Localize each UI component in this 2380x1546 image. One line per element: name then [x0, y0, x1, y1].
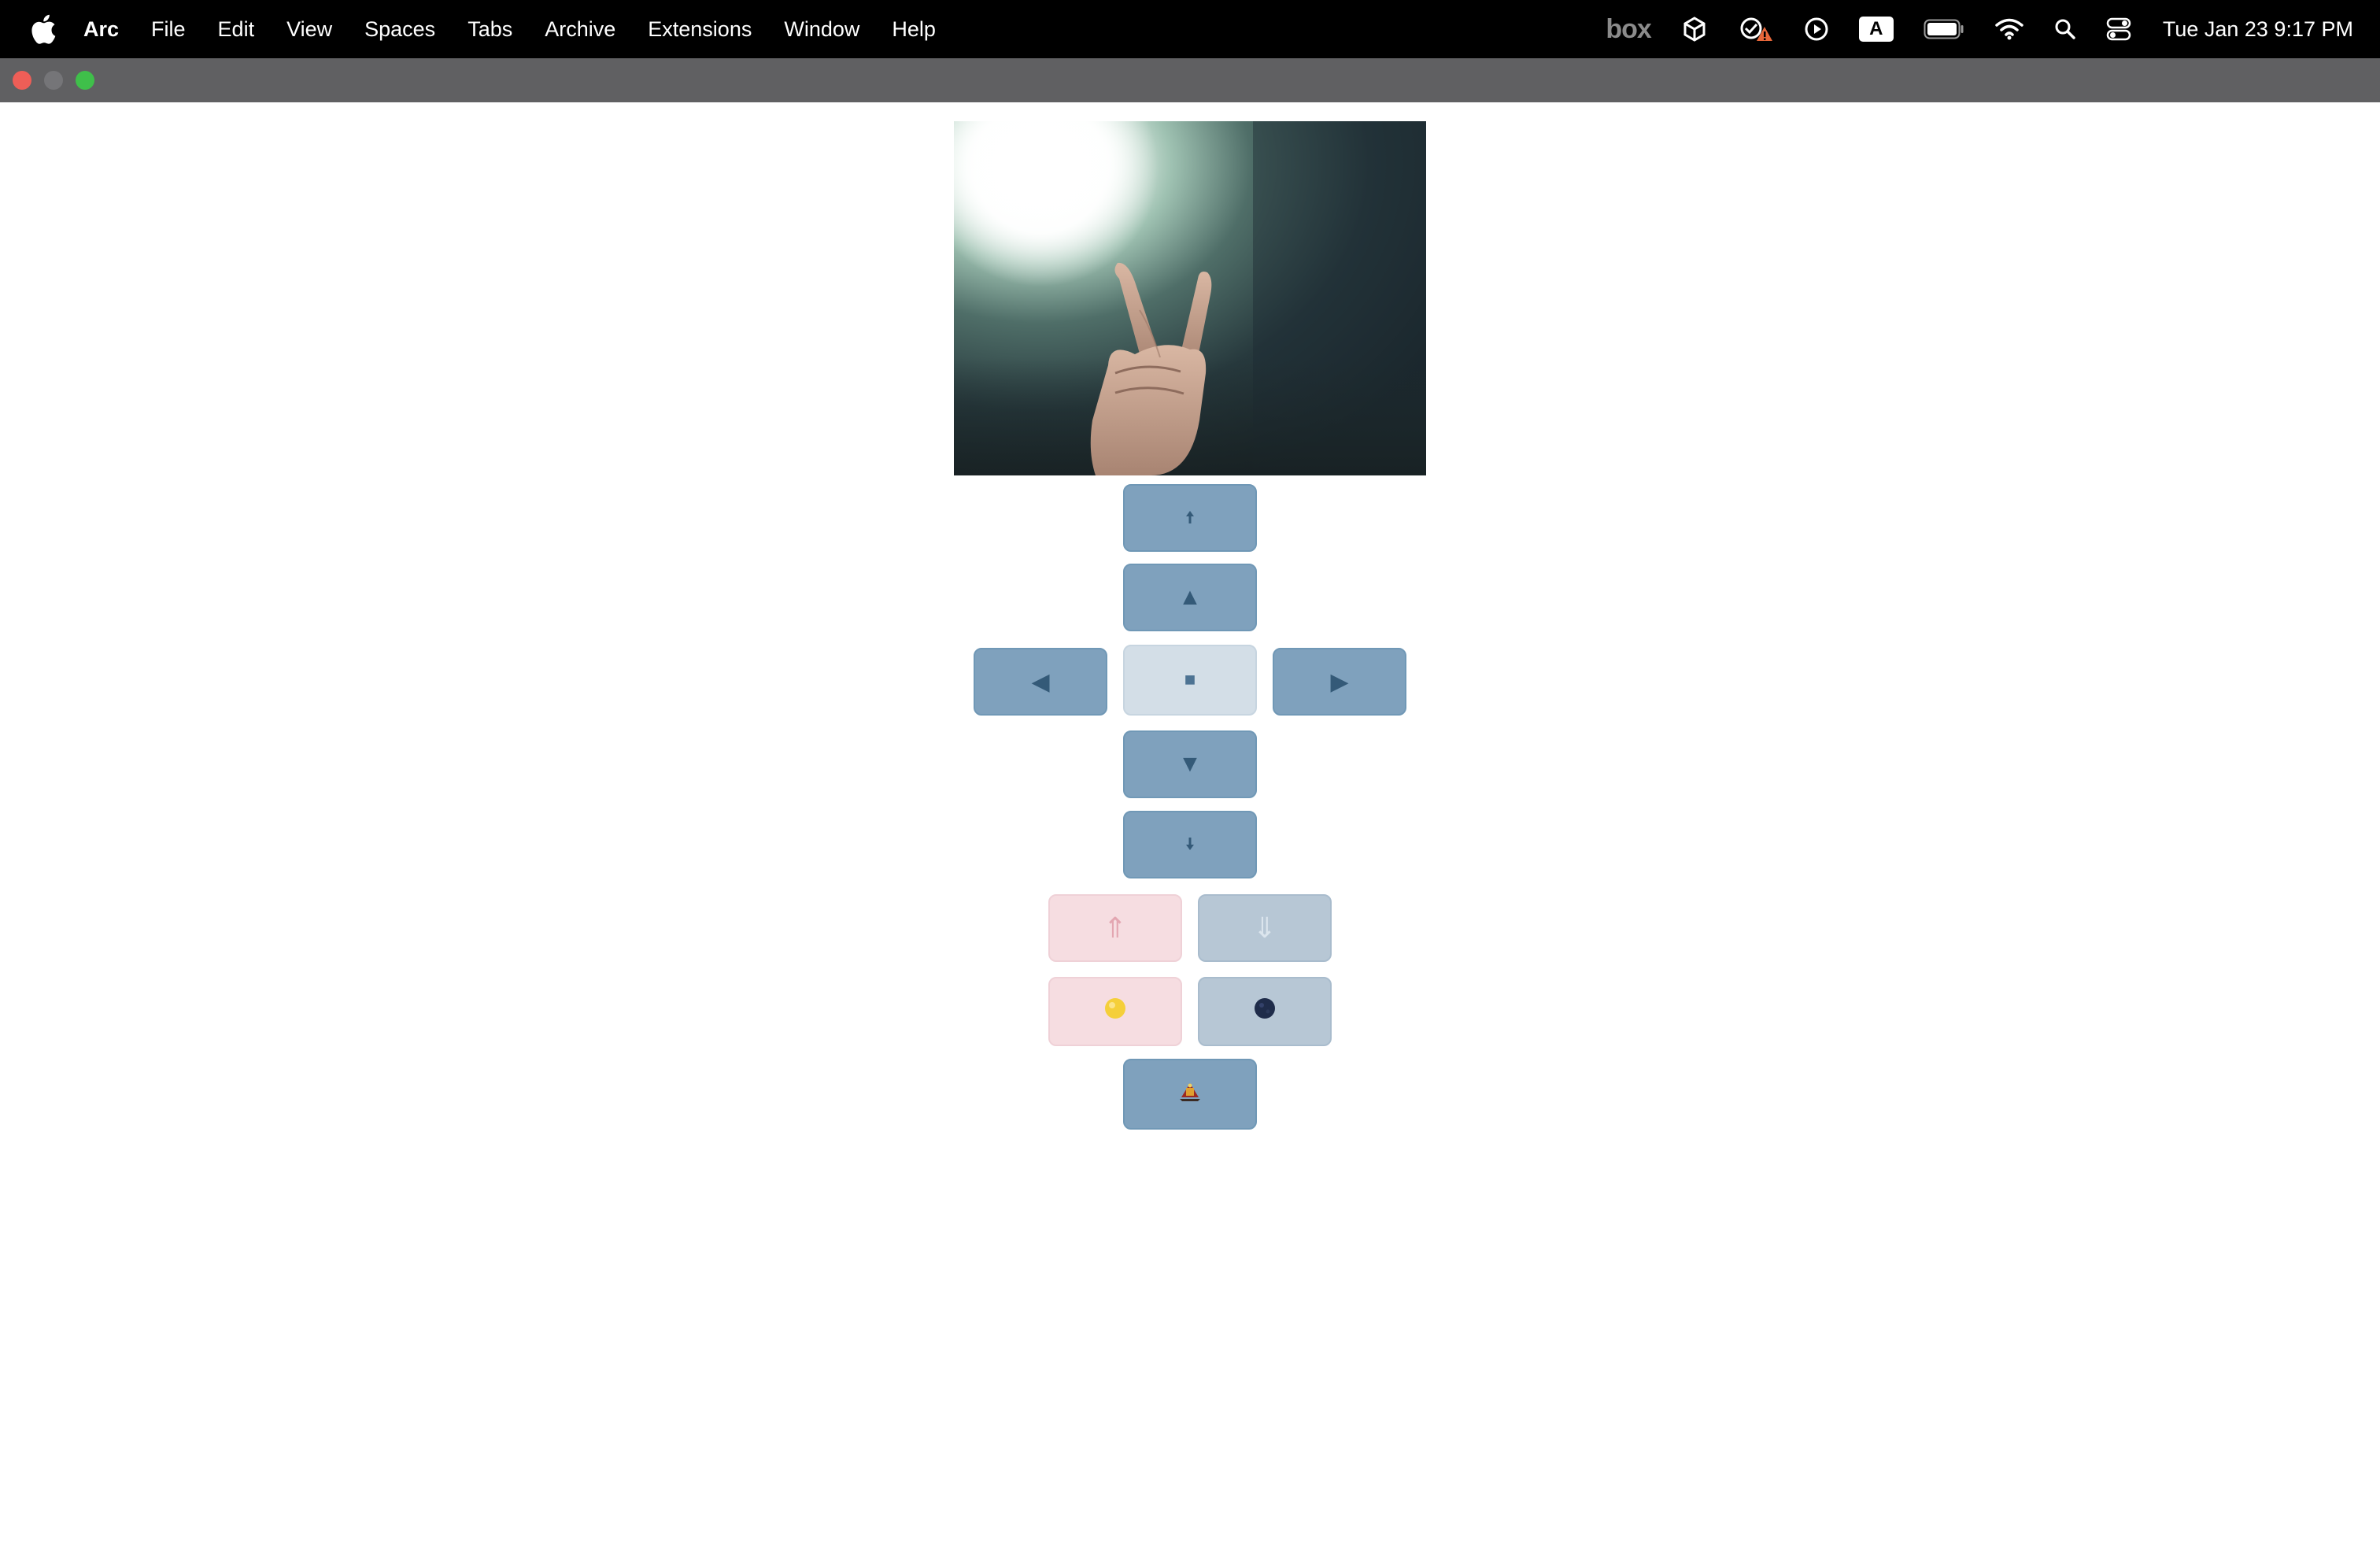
box-icon[interactable]: box — [1606, 14, 1651, 45]
status-area: box A Tue Jan 23 9:17 PM — [1576, 0, 2353, 58]
triangle-left-icon: ◀ — [1031, 668, 1050, 695]
rocket-icon — [1177, 1080, 1203, 1108]
window-title-bar — [0, 58, 2380, 102]
rocket-button[interactable] — [1123, 1059, 1257, 1130]
double-up-button[interactable]: ⇑ — [1048, 894, 1182, 962]
window-minimize-button[interactable] — [44, 71, 63, 90]
small-down-button[interactable] — [1123, 811, 1257, 878]
moon-icon — [1253, 997, 1277, 1026]
triangle-down-icon: ▼ — [1178, 751, 1202, 777]
small-up-arrow-icon — [1184, 505, 1196, 531]
menu-help[interactable]: Help — [892, 17, 936, 42]
window-maximize-button[interactable] — [76, 71, 94, 90]
play-circle-icon[interactable] — [1804, 17, 1829, 42]
spotlight-search-icon[interactable] — [2054, 18, 2076, 40]
control-center-icon[interactable] — [2106, 17, 2131, 41]
cloud-warning-icon[interactable] — [1738, 16, 1774, 43]
menu-tabs[interactable]: Tabs — [468, 17, 512, 42]
small-up-button[interactable] — [1123, 484, 1257, 552]
page-content: ▲ ◀ ■ ▶ ▼ ⇑ ⇓ — [0, 102, 2380, 1546]
triangle-up-icon: ▲ — [1178, 584, 1202, 610]
stop-button[interactable]: ■ — [1123, 645, 1257, 716]
input-source-icon[interactable]: A — [1858, 17, 1894, 42]
move-left-button[interactable]: ◀ — [974, 648, 1107, 716]
menu-view[interactable]: View — [286, 17, 332, 42]
menu-extensions[interactable]: Extensions — [648, 17, 752, 42]
move-down-button[interactable]: ▼ — [1123, 730, 1257, 798]
menubar-clock[interactable]: Tue Jan 23 9:17 PM — [2163, 17, 2353, 42]
square-stop-icon: ■ — [1184, 669, 1196, 690]
moon-button[interactable] — [1198, 977, 1332, 1046]
double-arrow-down-icon: ⇓ — [1252, 912, 1277, 944]
sun-button[interactable] — [1048, 977, 1182, 1046]
menu-file[interactable]: File — [151, 17, 186, 42]
apple-icon[interactable] — [30, 13, 57, 45]
menu-window[interactable]: Window — [784, 17, 859, 42]
window-close-button[interactable] — [13, 71, 31, 90]
sun-icon — [1103, 997, 1127, 1026]
cube-icon[interactable] — [1681, 16, 1708, 43]
menu-edit[interactable]: Edit — [218, 17, 255, 42]
menu-bar: Arc File Edit View Spaces Tabs Archive E… — [0, 0, 2380, 58]
double-down-button[interactable]: ⇓ — [1198, 894, 1332, 962]
double-arrow-up-icon: ⇑ — [1103, 912, 1128, 944]
battery-icon[interactable] — [1924, 19, 1964, 39]
small-down-arrow-icon — [1184, 831, 1196, 858]
webcam-video-feed — [954, 121, 1426, 475]
triangle-right-icon: ▶ — [1330, 668, 1349, 695]
menu-archive[interactable]: Archive — [545, 17, 615, 42]
menu-app-arc[interactable]: Arc — [83, 17, 119, 42]
move-up-button[interactable]: ▲ — [1123, 564, 1257, 631]
menu-spaces[interactable]: Spaces — [364, 17, 435, 42]
move-right-button[interactable]: ▶ — [1273, 648, 1406, 716]
wifi-icon[interactable] — [1994, 17, 2024, 41]
